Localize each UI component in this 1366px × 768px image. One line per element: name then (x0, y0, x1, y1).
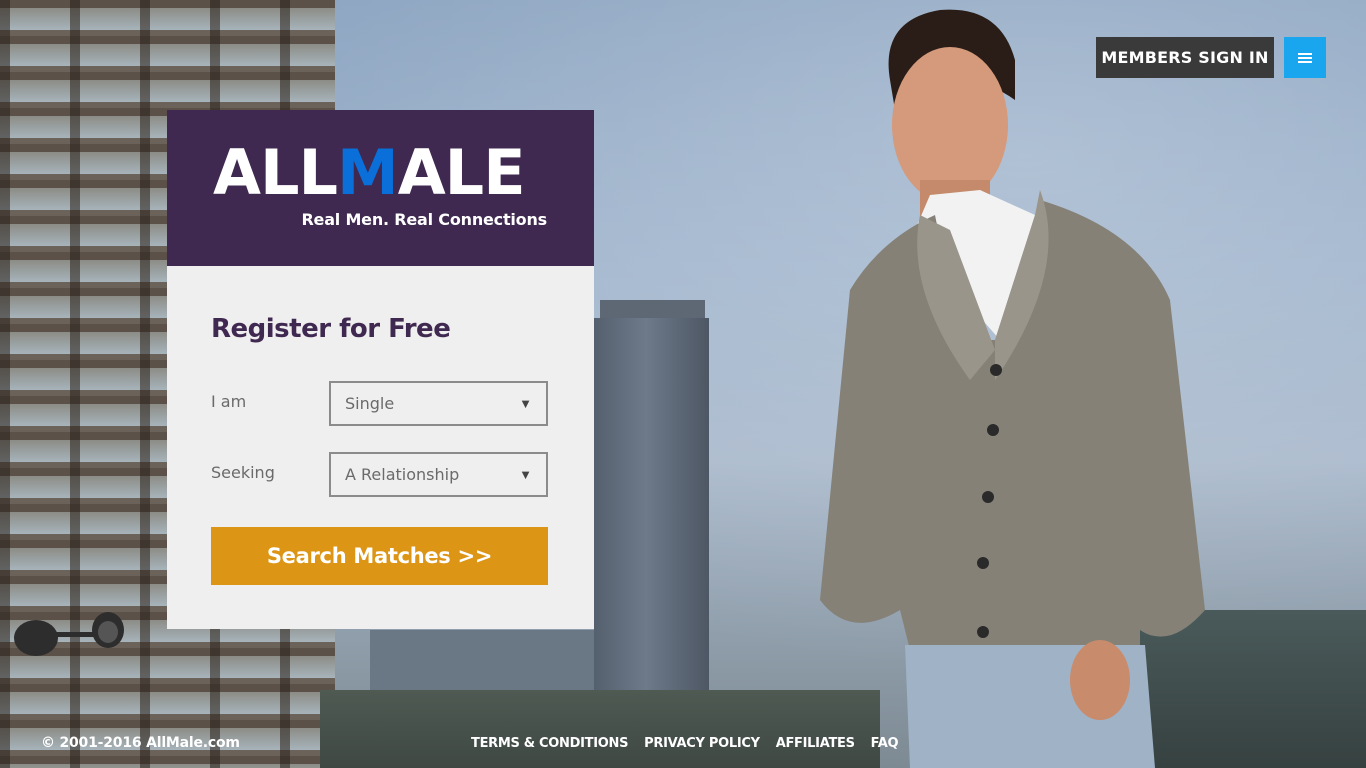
low-building (320, 690, 880, 768)
logo-text-ale: ALE (397, 136, 526, 209)
card-header: ALLMALE Real Men. Real Connections (167, 110, 594, 266)
members-sign-in-button[interactable]: MEMBERS SIGN IN (1096, 37, 1274, 78)
affiliates-link[interactable]: AFFILIATES (776, 736, 855, 751)
faq-link[interactable]: FAQ (871, 736, 899, 751)
registration-card: ALLMALE Real Men. Real Connections Regis… (167, 110, 594, 629)
iam-label: I am (211, 392, 247, 411)
privacy-policy-link[interactable]: PRIVACY POLICY (644, 736, 760, 751)
terms-link[interactable]: TERMS & CONDITIONS (471, 736, 628, 751)
allmale-logo[interactable]: ALLMALE (213, 140, 549, 206)
logo-text-m: M (337, 136, 399, 209)
triangle-down-icon: ▼ (519, 396, 532, 411)
menu-button[interactable] (1284, 37, 1326, 78)
model-photo (820, 9, 1205, 768)
seeking-label: Seeking (211, 463, 275, 482)
footer-nav: TERMS & CONDITIONS PRIVACY POLICY AFFILI… (471, 736, 899, 751)
hamburger-menu-icon (1298, 52, 1312, 63)
logo-tagline: Real Men. Real Connections (301, 210, 547, 229)
copyright-text: © 2001-2016 AllMale.com (41, 735, 240, 751)
triangle-down-icon: ▼ (519, 467, 532, 482)
seeking-select-value: A Relationship (345, 465, 460, 484)
logo-text-all: ALL (213, 136, 338, 209)
iam-select[interactable]: Single ▼ (329, 381, 548, 426)
iam-select-value: Single (345, 394, 395, 413)
seeking-select[interactable]: A Relationship ▼ (329, 452, 548, 497)
search-matches-button[interactable]: Search Matches >> (211, 527, 548, 585)
street-lamp (14, 612, 124, 656)
form-title: Register for Free (211, 314, 451, 344)
